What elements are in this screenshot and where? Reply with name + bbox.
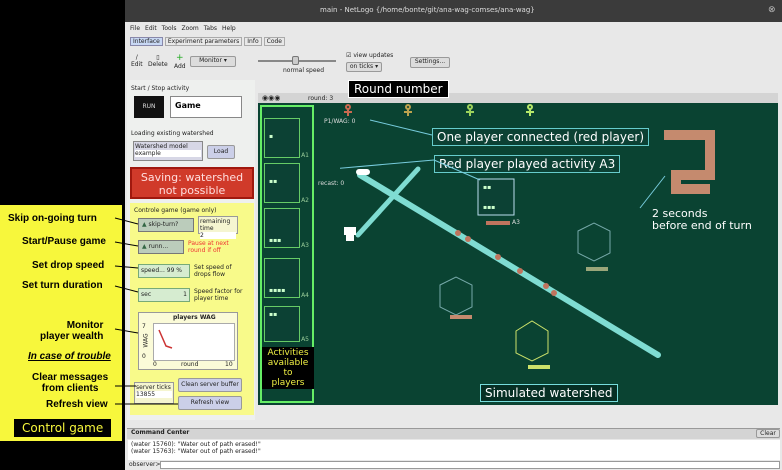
menu-tools[interactable]: Tools xyxy=(162,25,177,32)
menu-help[interactable]: Help xyxy=(222,25,236,32)
field-marker-3 xyxy=(528,365,550,369)
load-button[interactable]: Load xyxy=(207,145,235,159)
tab-bar: Interface Experiment parameters Info Cod… xyxy=(130,37,285,46)
annotation-clear: Clear messages from clients xyxy=(32,372,109,394)
annotation-turn: Set turn duration xyxy=(22,280,103,291)
menu-bar: File Edit Tools Zoom Tabs Help xyxy=(130,25,236,32)
plus-icon: + xyxy=(176,53,184,63)
annotation-drop: Set drop speed xyxy=(32,260,105,271)
observer-prompt: observer> xyxy=(129,461,161,468)
view-updates-checkbox[interactable]: ☑ view updates xyxy=(346,52,393,59)
tab-code[interactable]: Code xyxy=(263,37,285,46)
view-controls-icon[interactable]: ◉◉◉ xyxy=(262,94,280,102)
widget-type-select[interactable]: Monitor ▾ xyxy=(190,56,236,67)
add-tool[interactable]: + Add xyxy=(174,53,186,70)
watershed-model-input[interactable]: Watershed model example xyxy=(133,141,203,161)
view-annotation-arrows xyxy=(340,93,666,209)
annotation-arrows xyxy=(114,217,178,405)
log-line: (water 15763): "Water out of path erased… xyxy=(131,448,261,455)
command-clear-button[interactable]: Clear xyxy=(756,429,780,438)
saving-warning: Saving: watershed not possible xyxy=(130,167,254,199)
annotation-skip: Skip on-going turn xyxy=(8,213,97,224)
annotation-trouble: In case of trouble xyxy=(28,351,111,362)
speed-label: normal speed xyxy=(283,67,325,74)
command-center-title: Command Center xyxy=(131,429,190,436)
control-game-label: Control game xyxy=(14,419,112,437)
edit-tool[interactable]: / Edit xyxy=(131,54,143,68)
trash-icon: ▯ xyxy=(156,54,160,61)
game-chooser[interactable]: Game xyxy=(170,96,242,118)
menu-zoom[interactable]: Zoom xyxy=(181,25,198,32)
checkbox-icon: ☑ xyxy=(346,52,352,59)
update-mode-select[interactable]: on ticks ▾ xyxy=(346,62,382,72)
round-label: round: 3 xyxy=(308,95,334,102)
window-title: main - NetLogo {/home/bonte/git/ana-wag-… xyxy=(320,6,535,14)
command-center-bar xyxy=(127,428,780,439)
annotation-start: Start/Pause game xyxy=(22,236,106,247)
menu-tabs[interactable]: Tabs xyxy=(204,25,217,32)
speed-slider-thumb[interactable] xyxy=(292,56,299,65)
settings-button[interactable]: Settings... xyxy=(410,57,450,68)
field-marker-2 xyxy=(450,315,472,319)
annotation-refresh: Refresh view xyxy=(46,399,108,410)
run-button[interactable]: RUN xyxy=(134,96,164,118)
field-octagon-3 xyxy=(515,320,549,362)
loading-label: Loading existing watershed xyxy=(131,130,214,137)
menu-file[interactable]: File xyxy=(130,25,140,32)
delete-tool[interactable]: ▯ Delete xyxy=(148,54,168,68)
tab-interface[interactable]: Interface xyxy=(130,37,163,46)
pencil-icon: / xyxy=(135,54,138,61)
simulated-watershed-label: Simulated watershed xyxy=(480,384,618,402)
start-stop-label: Start / Stop activity xyxy=(131,85,190,92)
command-log: (water 15760): "Water out of path erased… xyxy=(128,440,780,460)
command-input[interactable] xyxy=(160,461,780,469)
annotation-monitor: Monitor player wealth xyxy=(40,320,104,342)
tab-experiment-parameters[interactable]: Experiment parameters xyxy=(164,37,243,46)
tab-info[interactable]: Info xyxy=(244,37,262,46)
log-line: (water 15760): "Water out of path erased… xyxy=(131,441,261,448)
close-icon[interactable]: ⊗ xyxy=(768,5,776,15)
menu-edit[interactable]: Edit xyxy=(145,25,157,32)
